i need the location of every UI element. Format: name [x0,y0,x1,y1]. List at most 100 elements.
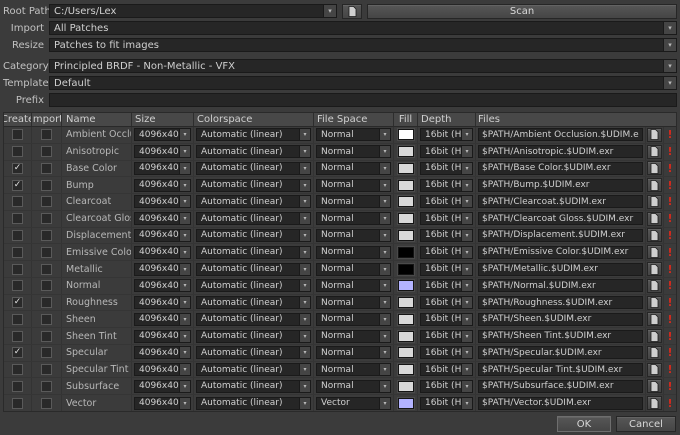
colorspace-select[interactable]: Automatic (linear)▾ [196,263,311,276]
depth-select[interactable]: 16bit (Half)▾ [420,380,473,393]
depth-select[interactable]: 16bit (Half)▾ [420,296,473,309]
colorspace-select[interactable]: Automatic (linear)▾ [196,246,311,259]
create-checkbox[interactable] [12,314,23,325]
file-path-input[interactable] [478,145,643,158]
colorspace-select[interactable]: Automatic (linear)▾ [196,195,311,208]
create-checkbox[interactable] [12,247,23,258]
fill-color-swatch[interactable] [398,280,414,291]
file-path-input[interactable] [478,179,643,192]
file-path-input[interactable] [478,363,643,376]
fill-color-swatch[interactable] [398,146,414,157]
colorspace-select[interactable]: Automatic (linear)▾ [196,212,311,225]
file-space-select[interactable]: Normal▾ [316,313,391,326]
file-path-input[interactable] [478,195,643,208]
browse-file-button[interactable] [647,161,662,175]
size-select[interactable]: 4096x4096▾ [134,330,191,343]
create-checkbox[interactable] [12,129,23,140]
size-select[interactable]: 4096x4096▾ [134,380,191,393]
browse-file-button[interactable] [647,145,662,159]
import-checkbox[interactable] [41,230,52,241]
size-select[interactable]: 4096x4096▾ [134,195,191,208]
size-select[interactable]: 4096x4096▾ [134,145,191,158]
size-select[interactable]: 4096x4096▾ [134,212,191,225]
import-checkbox[interactable] [41,264,52,275]
file-path-input[interactable] [478,397,643,410]
file-space-select[interactable]: Normal▾ [316,212,391,225]
cancel-button[interactable]: Cancel [616,416,676,432]
prefix-input[interactable] [49,93,677,107]
browse-file-button[interactable] [647,212,662,226]
size-select[interactable]: 4096x4096▾ [134,263,191,276]
depth-select[interactable]: 16bit (Half)▾ [420,263,473,276]
template-select[interactable]: Default ▾ [49,76,677,90]
file-space-select[interactable]: Normal▾ [316,380,391,393]
resize-select[interactable]: Patches to fit images ▾ [49,38,677,52]
colorspace-select[interactable]: Automatic (linear)▾ [196,229,311,242]
size-select[interactable]: 4096x4096▾ [134,128,191,141]
file-path-input[interactable] [478,246,643,259]
browse-file-button[interactable] [647,262,662,276]
browse-file-button[interactable] [647,363,662,377]
fill-color-swatch[interactable] [398,297,414,308]
browse-file-button[interactable] [647,195,662,209]
create-checkbox[interactable] [12,331,23,342]
fill-color-swatch[interactable] [398,331,414,342]
browse-file-button[interactable] [647,245,662,259]
category-select[interactable]: Principled BRDF - Non-Metallic - VFX ▾ [49,59,677,73]
size-select[interactable]: 4096x4096▾ [134,279,191,292]
file-space-select[interactable]: Normal▾ [316,363,391,376]
fill-color-swatch[interactable] [398,196,414,207]
fill-color-swatch[interactable] [398,230,414,241]
fill-color-swatch[interactable] [398,398,414,409]
depth-select[interactable]: 16bit (Half)▾ [420,128,473,141]
browse-file-button[interactable] [647,329,662,343]
import-checkbox[interactable] [41,196,52,207]
create-checkbox[interactable] [12,364,23,375]
file-path-input[interactable] [478,346,643,359]
depth-select[interactable]: 16bit (Half)▾ [420,279,473,292]
colorspace-select[interactable]: Automatic (linear)▾ [196,346,311,359]
size-select[interactable]: 4096x4096▾ [134,229,191,242]
browse-file-button[interactable] [647,312,662,326]
file-space-select[interactable]: Normal▾ [316,279,391,292]
create-checkbox[interactable] [12,213,23,224]
import-checkbox[interactable] [41,163,52,174]
file-space-select[interactable]: Normal▾ [316,229,391,242]
chevron-down-icon[interactable]: ▾ [663,60,676,72]
import-checkbox[interactable] [41,247,52,258]
fill-color-swatch[interactable] [398,364,414,375]
size-select[interactable]: 4096x4096▾ [134,346,191,359]
file-space-select[interactable]: Normal▾ [316,128,391,141]
ok-button[interactable]: OK [557,416,611,432]
file-path-input[interactable] [478,279,643,292]
import-checkbox[interactable] [41,297,52,308]
file-space-select[interactable]: Normal▾ [316,263,391,276]
file-space-select[interactable]: Normal▾ [316,330,391,343]
import-select[interactable]: All Patches ▾ [49,21,677,35]
fill-color-swatch[interactable] [398,163,414,174]
import-checkbox[interactable] [41,331,52,342]
browse-root-path-button[interactable] [342,4,362,19]
depth-select[interactable]: 16bit (Half)▾ [420,179,473,192]
import-checkbox[interactable] [41,398,52,409]
create-checkbox[interactable] [12,196,23,207]
file-space-select[interactable]: Normal▾ [316,296,391,309]
file-path-input[interactable] [478,380,643,393]
file-space-select[interactable]: Normal▾ [316,195,391,208]
file-path-input[interactable] [478,229,643,242]
fill-color-swatch[interactable] [398,314,414,325]
create-checkbox[interactable] [12,264,23,275]
size-select[interactable]: 4096x4096▾ [134,296,191,309]
file-path-input[interactable] [478,296,643,309]
size-select[interactable]: 4096x4096▾ [134,363,191,376]
import-checkbox[interactable] [41,180,52,191]
fill-color-swatch[interactable] [398,129,414,140]
depth-select[interactable]: 16bit (Half)▾ [420,246,473,259]
create-checkbox[interactable] [12,398,23,409]
import-checkbox[interactable] [41,347,52,358]
import-checkbox[interactable] [41,364,52,375]
colorspace-select[interactable]: Automatic (linear)▾ [196,179,311,192]
fill-color-swatch[interactable] [398,213,414,224]
size-select[interactable]: 4096x4096▾ [134,179,191,192]
import-checkbox[interactable] [41,213,52,224]
